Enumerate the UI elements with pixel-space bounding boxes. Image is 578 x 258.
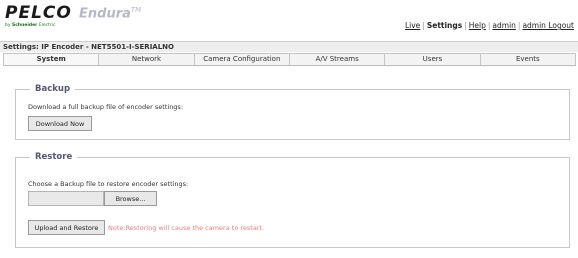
top-nav: Live | Settings | Help | admin | admin Logout <box>404 21 574 30</box>
product-name: EnduraTM <box>79 6 142 22</box>
tab-events[interactable]: Events <box>481 54 575 65</box>
nav-settings-link[interactable]: Settings <box>427 21 462 30</box>
trademark-mark: TM <box>130 6 142 14</box>
nav-help-link[interactable]: Help <box>469 21 486 30</box>
upload-and-restore-button[interactable]: Upload and Restore <box>28 220 105 235</box>
backup-section: Backup <box>15 84 570 140</box>
system-panel: Backup Download a full backup file of en… <box>3 65 576 258</box>
backup-legend: Backup <box>35 84 71 94</box>
pelco-logo: PELCO EnduraTM by Schneider Electric <box>5 3 141 29</box>
tab-users[interactable]: Users <box>385 54 481 65</box>
restore-description: Choose a Backup file to restore encoder … <box>28 180 189 188</box>
nav-logout-link[interactable]: admin Logout <box>522 21 574 30</box>
restore-warning-note: Note:Restoring will cause the camera to … <box>108 224 265 232</box>
tab-av-streams[interactable]: A/V Streams <box>290 54 386 65</box>
browse-button[interactable]: Browse... <box>104 191 157 206</box>
app-header: PELCO EnduraTM by Schneider Electric Liv… <box>0 0 578 40</box>
logo-byline: by Schneider Electric <box>5 23 56 28</box>
logo-wordmark: PELCO <box>5 3 72 23</box>
backup-file-field[interactable] <box>28 191 104 206</box>
tab-network[interactable]: Network <box>99 54 195 65</box>
page-title: Settings: IP Encoder - NET5501-I-SERIALN… <box>0 41 578 52</box>
settings-tabs: System Network Camera Configuration A/V … <box>3 53 576 65</box>
tab-camera-configuration[interactable]: Camera Configuration <box>195 54 290 65</box>
download-now-button[interactable]: Download Now <box>28 116 92 131</box>
tab-system[interactable]: System <box>4 54 100 65</box>
nav-live-link[interactable]: Live <box>405 21 420 30</box>
backup-description: Download a full backup file of encoder s… <box>28 103 184 111</box>
nav-user-link[interactable]: admin <box>492 21 516 30</box>
restore-legend: Restore <box>35 152 73 162</box>
